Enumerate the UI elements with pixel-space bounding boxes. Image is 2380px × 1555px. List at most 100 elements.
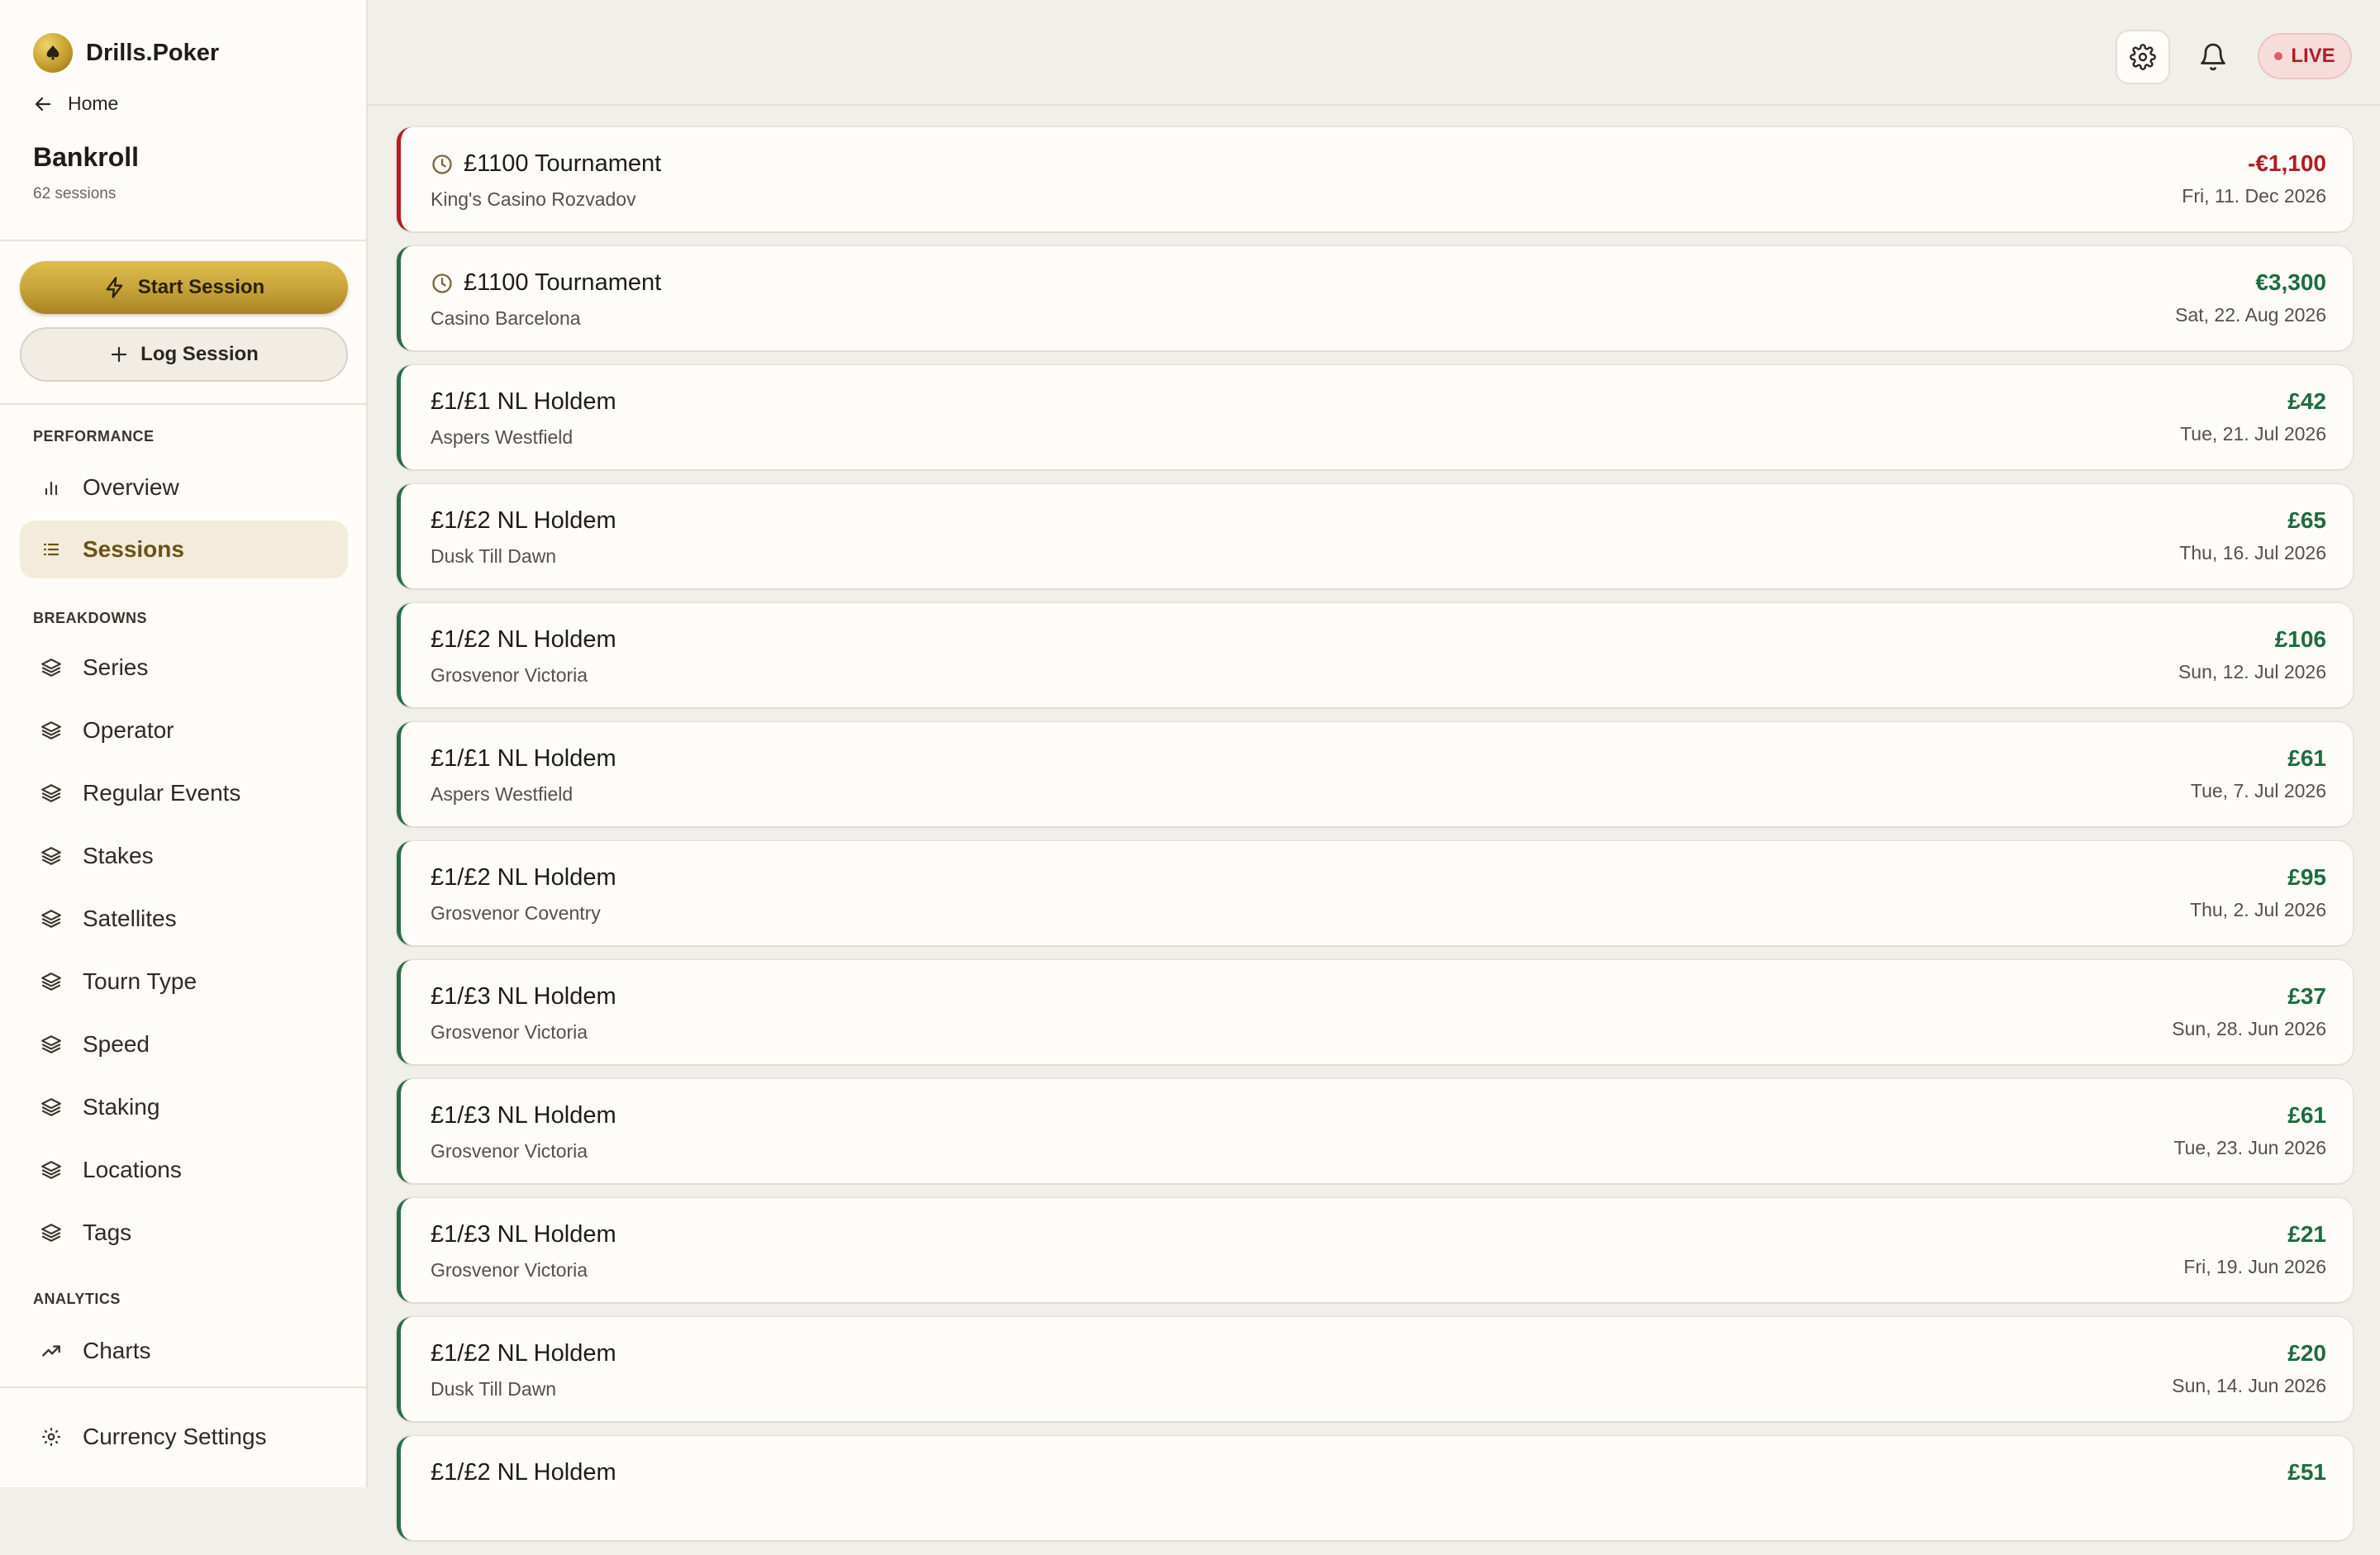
- log-session-button[interactable]: Log Session: [20, 327, 348, 382]
- session-row[interactable]: £1100 Tournament Casino Barcelona €3,300…: [397, 246, 2353, 350]
- session-title: £1/£1 NL Holdem: [431, 388, 616, 415]
- layers-icon: [40, 907, 63, 930]
- divider: [0, 1386, 368, 1388]
- sidebar-item-sessions[interactable]: Sessions: [20, 521, 348, 578]
- session-row[interactable]: £1/£2 NL Holdem Grosvenor Coventry £95 T…: [397, 841, 2353, 945]
- sidebar-item-currency-settings[interactable]: Currency Settings: [20, 1408, 348, 1466]
- session-venue: Dusk Till Dawn: [431, 545, 557, 567]
- sidebar-item-label: Sessions: [83, 536, 184, 562]
- sidebar-item-overview[interactable]: Overview: [20, 459, 348, 516]
- session-date: Fri, 11. Dec 2026: [2182, 185, 2326, 207]
- sidebar-item-charts[interactable]: Charts: [20, 1322, 348, 1380]
- session-date: Sat, 22. Aug 2026: [2175, 304, 2326, 326]
- sidebar-item-regular-events[interactable]: Regular Events: [20, 764, 348, 822]
- layers-icon: [40, 719, 63, 742]
- clock-icon: [432, 154, 452, 174]
- live-toggle[interactable]: LIVE: [2258, 33, 2352, 79]
- sidebar-item-tourn-type[interactable]: Tourn Type: [20, 953, 348, 1011]
- session-venue: Dusk Till Dawn: [431, 1378, 557, 1400]
- spade-coin-icon: [33, 33, 73, 73]
- section-label-performance: PERFORMANCE: [33, 428, 155, 445]
- brand[interactable]: Drills.Poker: [33, 33, 219, 73]
- session-date: Sun, 28. Jun 2026: [2172, 1018, 2326, 1039]
- session-venue: Grosvenor Victoria: [431, 1140, 588, 1162]
- sidebar-item-satellites[interactable]: Satellites: [20, 890, 348, 948]
- start-session-label: Start Session: [137, 276, 265, 298]
- sidebar-item-label: Currency Settings: [83, 1424, 267, 1449]
- session-date: Tue, 23. Jun 2026: [2173, 1137, 2326, 1158]
- session-row[interactable]: £1/£2 NL Holdem Dusk Till Dawn £20 Sun, …: [397, 1317, 2353, 1421]
- trend-up-icon: [40, 1339, 63, 1362]
- section-label-breakdowns: BREAKDOWNS: [33, 610, 147, 626]
- session-row[interactable]: £1/£3 NL Holdem Grosvenor Victoria £21 F…: [397, 1198, 2353, 1302]
- session-title: £1/£2 NL Holdem: [431, 1340, 616, 1367]
- sidebar-item-tags[interactable]: Tags: [20, 1204, 348, 1262]
- session-row[interactable]: £1/£1 NL Holdem Aspers Westfield £42 Tue…: [397, 365, 2353, 469]
- gear-icon: [40, 1425, 63, 1448]
- log-session-label: Log Session: [140, 343, 259, 365]
- sidebar-item-locations[interactable]: Locations: [20, 1141, 348, 1199]
- sidebar-item-speed[interactable]: Speed: [20, 1015, 348, 1073]
- session-venue: Grosvenor Coventry: [431, 902, 601, 924]
- live-dot-icon: [2274, 52, 2283, 60]
- session-amount: £65: [2287, 507, 2326, 533]
- start-session-button[interactable]: Start Session: [20, 261, 348, 314]
- session-amount: £95: [2287, 864, 2326, 890]
- session-row[interactable]: £1/£2 NL Holdem Grosvenor Victoria £106 …: [397, 603, 2353, 707]
- session-amount: £42: [2287, 388, 2326, 414]
- session-venue: Aspers Westfield: [431, 783, 574, 805]
- session-title: £1/£1 NL Holdem: [431, 745, 616, 772]
- sidebar-item-operator[interactable]: Operator: [20, 701, 348, 759]
- sidebar-item-label: Operator: [83, 717, 174, 743]
- sidebar-item-label: Series: [83, 654, 149, 680]
- layers-icon: [40, 844, 63, 868]
- session-title: £1/£2 NL Holdem: [431, 864, 616, 891]
- session-date: Sun, 14. Jun 2026: [2172, 1375, 2326, 1396]
- session-row[interactable]: £1/£2 NL Holdem Dusk Till Dawn £65 Thu, …: [397, 484, 2353, 588]
- sidebar-item-stakes[interactable]: Stakes: [20, 827, 348, 885]
- session-venue: Grosvenor Victoria: [431, 664, 588, 686]
- sidebar-item-label: Stakes: [83, 843, 154, 868]
- session-amount: -€1,100: [2248, 150, 2326, 176]
- sidebar-item-staking[interactable]: Staking: [20, 1078, 348, 1136]
- session-title: £1/£2 NL Holdem: [431, 507, 616, 534]
- layers-icon: [40, 782, 63, 805]
- settings-button[interactable]: [2116, 30, 2170, 84]
- session-venue: Casino Barcelona: [431, 307, 581, 329]
- home-link-label: Home: [68, 93, 119, 114]
- session-amount: £61: [2287, 745, 2326, 771]
- session-venue: King's Casino Rozvadov: [431, 188, 636, 210]
- layers-icon: [40, 656, 63, 679]
- notifications-button[interactable]: [2186, 30, 2240, 84]
- session-date: Fri, 19. Jun 2026: [2183, 1256, 2326, 1277]
- session-row[interactable]: £1/£1 NL Holdem Aspers Westfield £61 Tue…: [397, 722, 2353, 826]
- arrow-left-icon: [35, 97, 51, 111]
- session-row[interactable]: £1/£3 NL Holdem Grosvenor Victoria £61 T…: [397, 1079, 2353, 1183]
- session-title-wrap: £1100 Tournament: [431, 150, 661, 178]
- session-list: £1100 Tournament King's Casino Rozvadov …: [397, 127, 2353, 1555]
- layers-icon: [40, 1221, 63, 1244]
- sidebar-item-label: Satellites: [83, 906, 177, 931]
- lightning-icon: [106, 277, 123, 298]
- session-count: 62 sessions: [33, 185, 117, 202]
- session-date: Sun, 12. Jul 2026: [2178, 661, 2326, 682]
- session-date: Tue, 7. Jul 2026: [2190, 780, 2326, 801]
- page-title: Bankroll: [33, 142, 140, 172]
- plus-icon: [112, 346, 127, 363]
- layers-icon: [40, 970, 63, 993]
- list-icon: [40, 538, 63, 561]
- bar-chart-icon: [40, 476, 63, 499]
- home-link[interactable]: Home: [33, 93, 118, 115]
- brand-name: Drills.Poker: [86, 39, 220, 66]
- sidebar-item-label: Regular Events: [83, 780, 241, 806]
- session-venue: Aspers Westfield: [431, 426, 574, 448]
- layers-icon: [40, 1096, 63, 1119]
- sidebar-item-label: Staking: [83, 1094, 160, 1120]
- sidebar-item-series[interactable]: Series: [20, 639, 348, 697]
- bell-icon: [2201, 43, 2225, 71]
- session-amount: £51: [2287, 1459, 2326, 1485]
- session-row[interactable]: £1/£3 NL Holdem Grosvenor Victoria £37 S…: [397, 960, 2353, 1064]
- session-row[interactable]: £1100 Tournament King's Casino Rozvadov …: [397, 127, 2353, 231]
- layers-icon: [40, 1033, 63, 1056]
- session-row[interactable]: £1/£2 NL Holdem £51: [397, 1436, 2353, 1540]
